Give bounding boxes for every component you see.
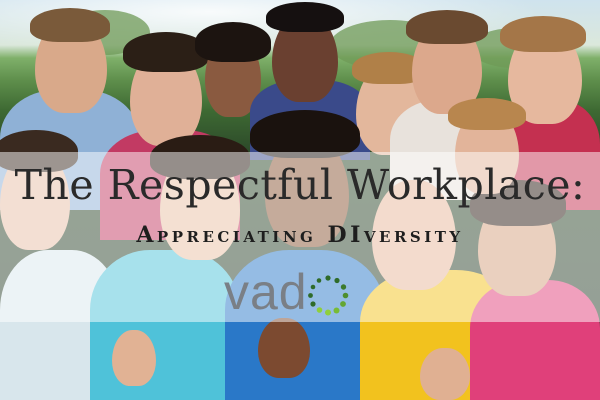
person-hair — [195, 22, 271, 62]
dotted-o-icon — [307, 275, 348, 316]
person-hair — [266, 2, 344, 32]
fist — [420, 348, 470, 400]
fist — [112, 330, 156, 386]
person-hair — [250, 110, 360, 158]
person-hair — [30, 8, 110, 42]
person-hair — [406, 10, 488, 44]
person-hair — [500, 16, 586, 52]
person-hair — [448, 98, 526, 130]
fist — [258, 318, 310, 378]
vado-logo: vad — [224, 262, 350, 322]
banner-title: The Respectful Workplace: — [14, 161, 586, 209]
logo-wordmark: vad — [224, 264, 308, 320]
banner-subtitle: Appreciating DIversity — [136, 222, 464, 248]
